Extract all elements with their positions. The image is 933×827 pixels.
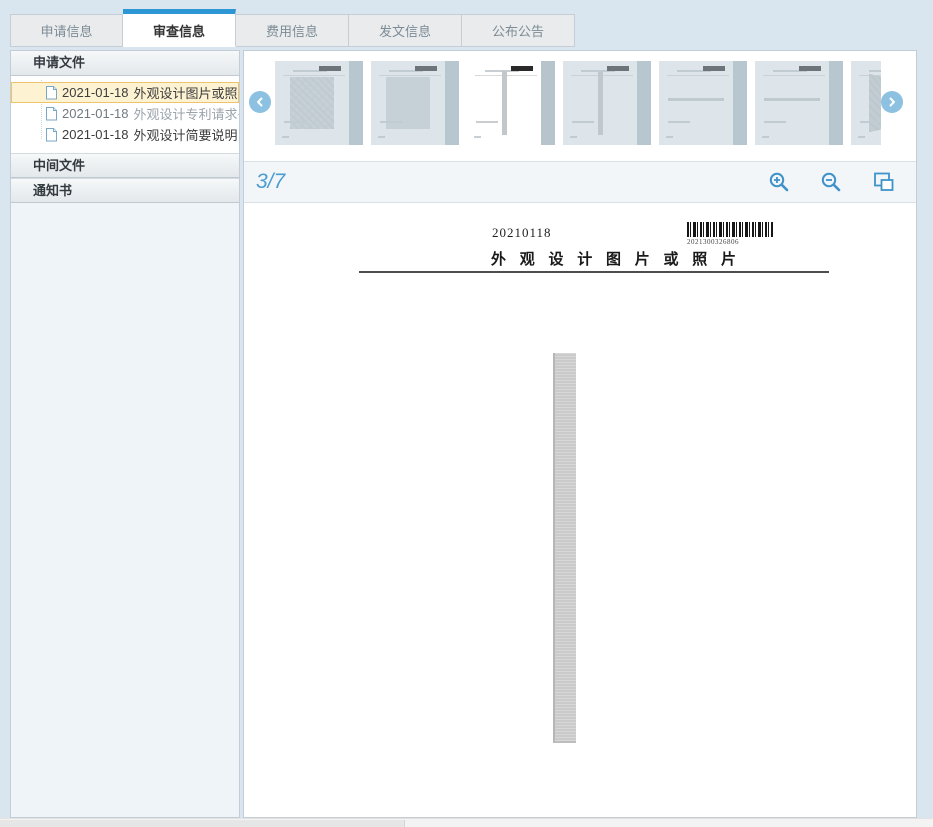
section-intermediate-files[interactable]: 中间文件 — [11, 153, 239, 178]
thumbnail-page-6[interactable] — [755, 61, 843, 145]
viewer-tool-icons — [768, 171, 896, 193]
document-title: 外 观 设 计 图 片 或 照 片 — [491, 248, 741, 269]
thumb-page-number — [474, 136, 481, 138]
page-thumbnail-carousel — [244, 51, 916, 161]
thumb-dim-overlay — [371, 61, 459, 145]
document-date: 20210118 — [492, 225, 552, 241]
thumb-barcode — [511, 66, 533, 71]
document-barcode-number: 2021300326806 — [687, 238, 739, 246]
thumbnail-page-7[interactable] — [851, 61, 881, 145]
thumbnail-strip — [275, 61, 881, 147]
thumb-caption — [476, 121, 498, 123]
document-title-rule — [359, 271, 829, 273]
section-notices[interactable]: 通知书 — [11, 178, 239, 203]
prev-page-button[interactable] — [249, 91, 271, 113]
next-page-button[interactable] — [881, 91, 903, 113]
thumbnail-page-2[interactable] — [371, 61, 459, 145]
document-icon — [45, 86, 58, 100]
horizontal-scrollbar-thumb[interactable] — [0, 820, 405, 827]
document-barcode — [687, 222, 773, 237]
thumbnail-page-1[interactable] — [275, 61, 363, 145]
zoom-out-icon[interactable] — [820, 171, 842, 193]
document-icon — [45, 107, 58, 121]
thumbnail-page-4[interactable] — [563, 61, 651, 145]
document-tree-sidebar: 申请文件 2021-01-18 外观设计图片或照片 2021-01-18 外观设… — [10, 50, 240, 818]
thumb-dim-overlay — [275, 61, 363, 145]
side-view-bar-image — [502, 71, 507, 135]
file-name: 外观设计图片或照片 — [134, 83, 240, 102]
file-item-design-request[interactable]: 2021-01-18 外观设计专利请求书 — [11, 103, 239, 124]
tab-application-info[interactable]: 申请信息 — [10, 14, 123, 47]
thumb-dim-overlay — [563, 61, 651, 145]
main-tabbar: 申请信息 审查信息 费用信息 发文信息 公布公告 — [10, 9, 575, 47]
application-file-list: 2021-01-18 外观设计图片或照片 2021-01-18 外观设计专利请求… — [11, 76, 239, 153]
chevron-right-icon — [886, 96, 898, 108]
tab-examination-info[interactable]: 审查信息 — [123, 9, 236, 47]
document-page-view: 20210118 2021300326806 外 观 设 计 图 片 或 照 片 — [244, 203, 916, 817]
tab-publication-announcement[interactable]: 公布公告 — [462, 14, 575, 47]
tab-issued-documents-info[interactable]: 发文信息 — [349, 14, 462, 47]
section-application-files[interactable]: 申请文件 — [11, 51, 239, 76]
horizontal-scrollbar[interactable] — [0, 818, 933, 827]
document-icon — [45, 128, 58, 142]
thumb-dim-overlay — [659, 61, 747, 145]
thumbnail-page-5[interactable] — [659, 61, 747, 145]
document-viewer-panel: 3/7 20210118 2021300326806 外 观 设 计 图 片 或 — [243, 50, 917, 818]
file-item-design-pictures[interactable]: 2021-01-18 外观设计图片或照片 — [11, 82, 239, 103]
file-date: 2021-01-18 — [62, 106, 129, 121]
design-side-view-image — [553, 353, 576, 743]
chevron-left-icon — [254, 96, 266, 108]
file-name: 外观设计简要说明 — [134, 125, 238, 144]
file-date: 2021-01-18 — [62, 127, 129, 142]
file-item-brief-description[interactable]: 2021-01-18 外观设计简要说明 — [11, 124, 239, 145]
thumbnail-page-3-current[interactable] — [467, 61, 555, 145]
file-date: 2021-01-18 — [62, 85, 129, 100]
page-indicator: 3/7 — [256, 170, 285, 194]
tab-fee-info[interactable]: 费用信息 — [236, 14, 349, 47]
viewer-toolbar: 3/7 — [244, 161, 916, 203]
compare-windows-icon[interactable] — [872, 171, 896, 193]
file-name: 外观设计专利请求书 — [134, 104, 240, 123]
patent-review-page: { "tabs": [ { "label": "申请信息", "active":… — [0, 0, 933, 827]
zoom-in-icon[interactable] — [768, 171, 790, 193]
thumb-dim-overlay — [755, 61, 843, 145]
thumb-dim-overlay — [851, 61, 881, 145]
